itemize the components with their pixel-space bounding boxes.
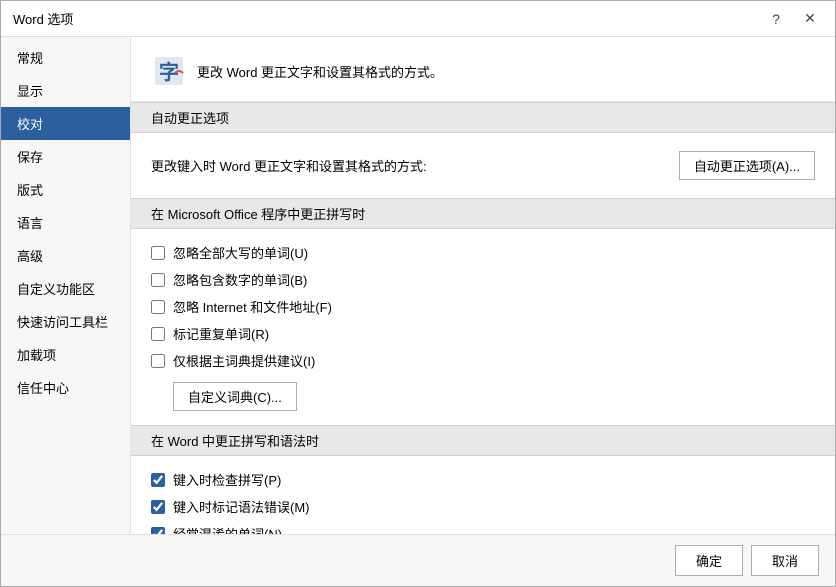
- checkbox-row-ignore-caps: 忽略全部大写的单词(U): [151, 239, 815, 266]
- sidebar-item-quick-access[interactable]: 快速访问工具栏: [1, 305, 130, 338]
- dialog-footer: 确定 取消: [1, 534, 835, 586]
- checkbox-row-ignore-numbers: 忽略包含数字的单词(B): [151, 266, 815, 293]
- sidebar-item-customize-ribbon[interactable]: 自定义功能区: [1, 272, 130, 305]
- checkbox-row-flag-repeated: 标记重复单词(R): [151, 320, 815, 347]
- main-content: 字 更改 Word 更正文字和设置其格式的方式。 自动更正选项 更改键入时 Wo…: [131, 37, 835, 534]
- autocorrect-row: 更改键入时 Word 更正文字和设置其格式的方式: 自动更正选项(A)...: [151, 143, 815, 188]
- sidebar-item-proofing[interactable]: 校对: [1, 107, 130, 140]
- checkbox-row-main-dict-only: 仅根据主词典提供建议(I): [151, 347, 815, 374]
- spelling-section-header: 在 Microsoft Office 程序中更正拼写时: [131, 198, 835, 229]
- checkbox-row-mixed-words: 经常混淆的单词(N): [151, 520, 815, 534]
- custom-dict-button[interactable]: 自定义词典(C)...: [173, 382, 297, 411]
- ignore-numbers-checkbox[interactable]: [151, 273, 165, 287]
- checkbox-row-ignore-internet: 忽略 Internet 和文件地址(F): [151, 293, 815, 320]
- sidebar-item-addins[interactable]: 加载项: [1, 338, 130, 371]
- check-spelling-checkbox[interactable]: [151, 473, 165, 487]
- spelling-section-body: 忽略全部大写的单词(U) 忽略包含数字的单词(B) 忽略 Internet 和文…: [131, 229, 835, 425]
- autocorrect-row-label: 更改键入时 Word 更正文字和设置其格式的方式:: [151, 156, 667, 175]
- autocorrect-section-body: 更改键入时 Word 更正文字和设置其格式的方式: 自动更正选项(A)...: [131, 133, 835, 198]
- ignore-caps-label: 忽略全部大写的单词(U): [173, 243, 308, 262]
- ok-button[interactable]: 确定: [675, 545, 743, 576]
- header-text: 更改 Word 更正文字和设置其格式的方式。: [197, 62, 443, 81]
- autocorrect-section: 自动更正选项 更改键入时 Word 更正文字和设置其格式的方式: 自动更正选项(…: [131, 102, 835, 198]
- dialog-body: 常规 显示 校对 保存 版式 语言 高级 自定义功能区 快速访问工具栏 加载项 …: [1, 37, 835, 534]
- checkbox-row-mark-grammar: 键入时标记语法错误(M): [151, 493, 815, 520]
- sidebar: 常规 显示 校对 保存 版式 语言 高级 自定义功能区 快速访问工具栏 加载项 …: [1, 37, 131, 534]
- check-spelling-label: 键入时检查拼写(P): [173, 470, 281, 489]
- ignore-internet-checkbox[interactable]: [151, 300, 165, 314]
- sidebar-item-language[interactable]: 语言: [1, 206, 130, 239]
- cancel-button[interactable]: 取消: [751, 545, 819, 576]
- main-dict-only-label: 仅根据主词典提供建议(I): [173, 351, 315, 370]
- close-button[interactable]: ✕: [797, 6, 823, 32]
- spelling-section: 在 Microsoft Office 程序中更正拼写时 忽略全部大写的单词(U)…: [131, 198, 835, 425]
- autocorrect-options-button[interactable]: 自动更正选项(A)...: [679, 151, 815, 180]
- word-options-dialog: Word 选项 ? ✕ 常规 显示 校对 保存 版式 语言 高级 自定义功能区 …: [0, 0, 836, 587]
- ignore-caps-checkbox[interactable]: [151, 246, 165, 260]
- checkbox-row-check-spelling: 键入时检查拼写(P): [151, 466, 815, 493]
- main-dict-only-checkbox[interactable]: [151, 354, 165, 368]
- mark-grammar-checkbox[interactable]: [151, 500, 165, 514]
- ignore-numbers-label: 忽略包含数字的单词(B): [173, 270, 307, 289]
- title-bar-buttons: ? ✕: [763, 6, 823, 32]
- mixed-words-checkbox[interactable]: [151, 527, 165, 535]
- sidebar-item-trust-center[interactable]: 信任中心: [1, 371, 130, 404]
- title-bar: Word 选项 ? ✕: [1, 1, 835, 37]
- grammar-section-header: 在 Word 中更正拼写和语法时: [131, 425, 835, 456]
- autocorrect-section-header: 自动更正选项: [131, 102, 835, 133]
- mark-grammar-label: 键入时标记语法错误(M): [173, 497, 310, 516]
- sidebar-item-style[interactable]: 版式: [1, 173, 130, 206]
- proofing-icon: 字: [151, 53, 187, 89]
- flag-repeated-label: 标记重复单词(R): [173, 324, 269, 343]
- mixed-words-label: 经常混淆的单词(N): [173, 524, 282, 534]
- help-button[interactable]: ?: [763, 6, 789, 32]
- dialog-title: Word 选项: [13, 9, 73, 28]
- flag-repeated-checkbox[interactable]: [151, 327, 165, 341]
- sidebar-item-display[interactable]: 显示: [1, 74, 130, 107]
- ignore-internet-label: 忽略 Internet 和文件地址(F): [173, 297, 332, 316]
- sidebar-item-general[interactable]: 常规: [1, 41, 130, 74]
- grammar-section: 在 Word 中更正拼写和语法时 键入时检查拼写(P) 键入时标记语法错误(M)…: [131, 425, 835, 534]
- sidebar-item-save[interactable]: 保存: [1, 140, 130, 173]
- sidebar-item-advanced[interactable]: 高级: [1, 239, 130, 272]
- grammar-section-body: 键入时检查拼写(P) 键入时标记语法错误(M) 经常混淆的单词(N) 随拼写检查…: [131, 456, 835, 534]
- main-header: 字 更改 Word 更正文字和设置其格式的方式。: [131, 37, 835, 102]
